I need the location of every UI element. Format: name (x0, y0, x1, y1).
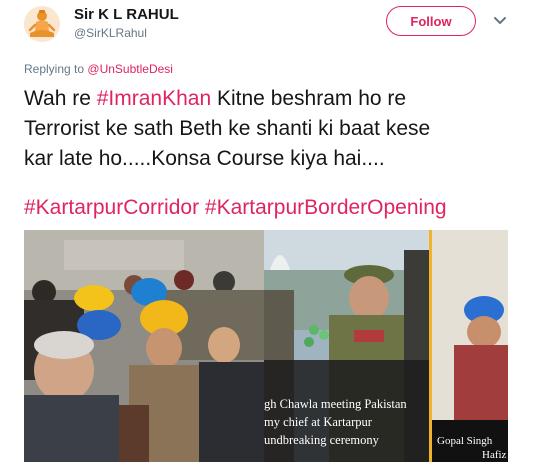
photo-left (24, 230, 264, 462)
caption2-line-2: Hafiz (482, 449, 507, 461)
hashtag-kartarpur-border-opening[interactable]: #KartarpurBorderOpening (205, 196, 447, 219)
tweet-line-1-pre: Wah re (24, 87, 97, 110)
caption-line-3: undbreaking ceremony (264, 433, 380, 447)
chevron-down-icon[interactable] (492, 14, 508, 28)
tweet-line-2: Terrorist ke sath Beth ke shanti ki baat… (24, 117, 431, 140)
tweet-media[interactable]: gh Chawla meeting Pakistan my chief at K… (24, 230, 508, 462)
replying-to-link[interactable]: @UnSubtleDesi (87, 62, 173, 76)
caption-line-2: my chief at Kartarpur (264, 415, 373, 429)
tweet-text: Wah re #ImranKhan Kitne beshram ho re Te… (24, 84, 524, 174)
caption2-line-1: Gopal Singh (437, 435, 493, 447)
replying-to: Replying to @UnSubtleDesi (24, 62, 173, 76)
author-handle[interactable]: @SirKLRahul (74, 26, 147, 40)
replying-to-label: Replying to (24, 62, 85, 76)
tweet-line-1: Wah re #ImranKhan Kitne beshram ho re (24, 84, 524, 114)
photo-right: Gopal Singh Hafiz (432, 230, 508, 462)
hashtag-imrankhan[interactable]: #ImranKhan (97, 87, 211, 110)
avatar[interactable] (24, 6, 60, 42)
author-name[interactable]: Sir K L RAHUL (74, 6, 179, 23)
media-collage: gh Chawla meeting Pakistan my chief at K… (24, 230, 508, 462)
photo-middle: gh Chawla meeting Pakistan my chief at K… (264, 230, 429, 462)
follow-button[interactable]: Follow (386, 6, 476, 36)
photo-divider (429, 230, 432, 462)
hashtag-row: #KartarpurCorridor #KartarpurBorderOpeni… (24, 196, 447, 220)
hashtag-kartarpur-corridor[interactable]: #KartarpurCorridor (24, 196, 199, 219)
tweet-line-1-post: Kitne beshram ho re (211, 87, 407, 110)
tweet-line-3: kar late ho.....Konsa Course kiya hai...… (24, 147, 385, 170)
caption-line-1: gh Chawla meeting Pakistan (264, 397, 407, 411)
meditating-yogi-icon (24, 6, 60, 42)
